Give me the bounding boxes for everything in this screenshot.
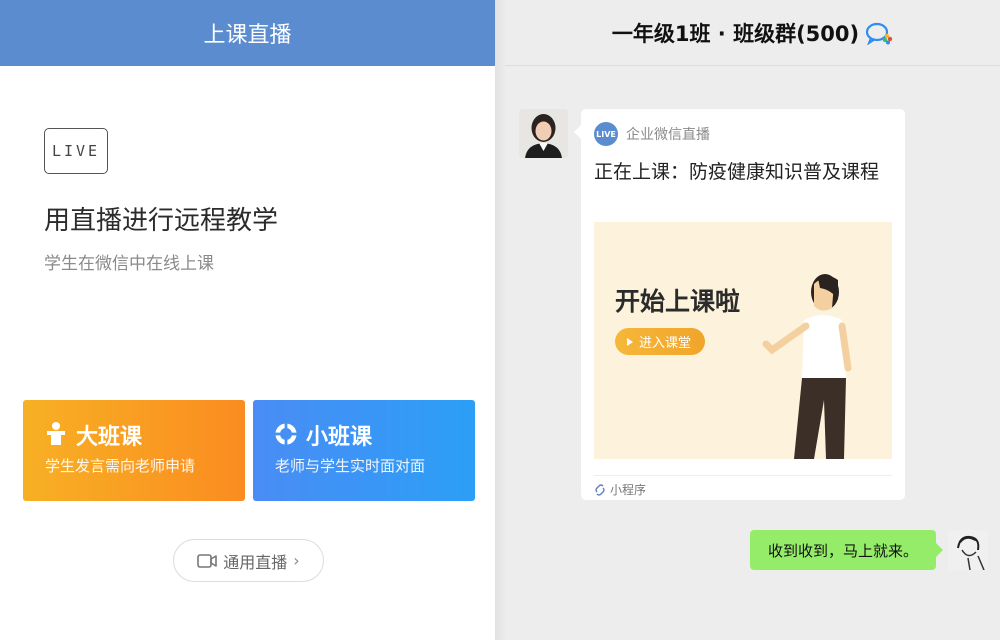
small-class-title: 小班课 bbox=[306, 425, 373, 450]
small-class-button[interactable]: 小班课 老师与学生实时面对面 bbox=[253, 400, 475, 501]
hero-title: 用直播进行远程教学 bbox=[44, 206, 279, 236]
user-avatar[interactable] bbox=[948, 530, 988, 570]
play-icon bbox=[627, 337, 633, 346]
large-class-title: 大班课 bbox=[76, 425, 143, 450]
chat-panel: 一年级1班 · 班级群(500) LIVE 企业微信直播 正在上课：防疫健康知识… bbox=[505, 0, 1000, 640]
chevron-right-icon: › bbox=[293, 551, 300, 570]
video-camera-icon bbox=[197, 553, 218, 568]
wecom-logo-icon bbox=[866, 22, 893, 45]
hero-subtitle: 学生在微信中在线上课 bbox=[44, 254, 214, 274]
source-name: 企业微信直播 bbox=[626, 127, 710, 143]
reply-message[interactable]: 收到收到，马上就来。 bbox=[750, 530, 943, 570]
card-source: LIVE 企业微信直播 bbox=[594, 122, 710, 146]
page-header: 上课直播 bbox=[0, 0, 495, 66]
screen: 上课直播 LIVE 用直播进行远程教学 学生在微信中在线上课 大班课 学生发言需… bbox=[0, 0, 1000, 640]
mini-program-label: 小程序 bbox=[610, 483, 647, 497]
page-title: 上课直播 bbox=[203, 23, 292, 48]
large-class-desc: 学生发言需向老师申请 bbox=[45, 457, 196, 475]
general-live-label: 通用直播 bbox=[223, 552, 288, 572]
card-title: 正在上课：防疫健康知识普及课程 bbox=[594, 161, 880, 183]
general-live-button[interactable]: 通用直播 › bbox=[173, 539, 324, 582]
banner-text: 开始上课啦 bbox=[615, 287, 741, 316]
podium-icon bbox=[47, 422, 65, 445]
chat-title: 一年级1班 · 班级群(500) bbox=[611, 21, 860, 46]
ring-icon bbox=[275, 423, 297, 445]
card-banner[interactable]: 开始上课啦 进入课堂 bbox=[594, 222, 892, 459]
teacher-avatar[interactable] bbox=[519, 109, 568, 158]
live-message-card[interactable]: LIVE 企业微信直播 正在上课：防疫健康知识普及课程 开始上课啦 进入课堂 小… bbox=[574, 109, 905, 500]
live-setup-panel: 上课直播 LIVE 用直播进行远程教学 学生在微信中在线上课 大班课 学生发言需… bbox=[0, 0, 495, 640]
live-logo: LIVE bbox=[44, 128, 108, 174]
chat-header: 一年级1班 · 班级群(500) bbox=[505, 0, 1000, 66]
card-footer: 小程序 bbox=[594, 475, 892, 498]
enter-classroom-label: 进入课堂 bbox=[639, 336, 692, 351]
teacher-illustration bbox=[762, 274, 852, 459]
live-source-icon: LIVE bbox=[594, 122, 618, 146]
enter-classroom-button[interactable]: 进入课堂 bbox=[615, 328, 706, 355]
small-class-desc: 老师与学生实时面对面 bbox=[275, 457, 426, 475]
mini-program-icon bbox=[595, 483, 605, 496]
large-class-button[interactable]: 大班课 学生发言需向老师申请 bbox=[23, 400, 245, 501]
